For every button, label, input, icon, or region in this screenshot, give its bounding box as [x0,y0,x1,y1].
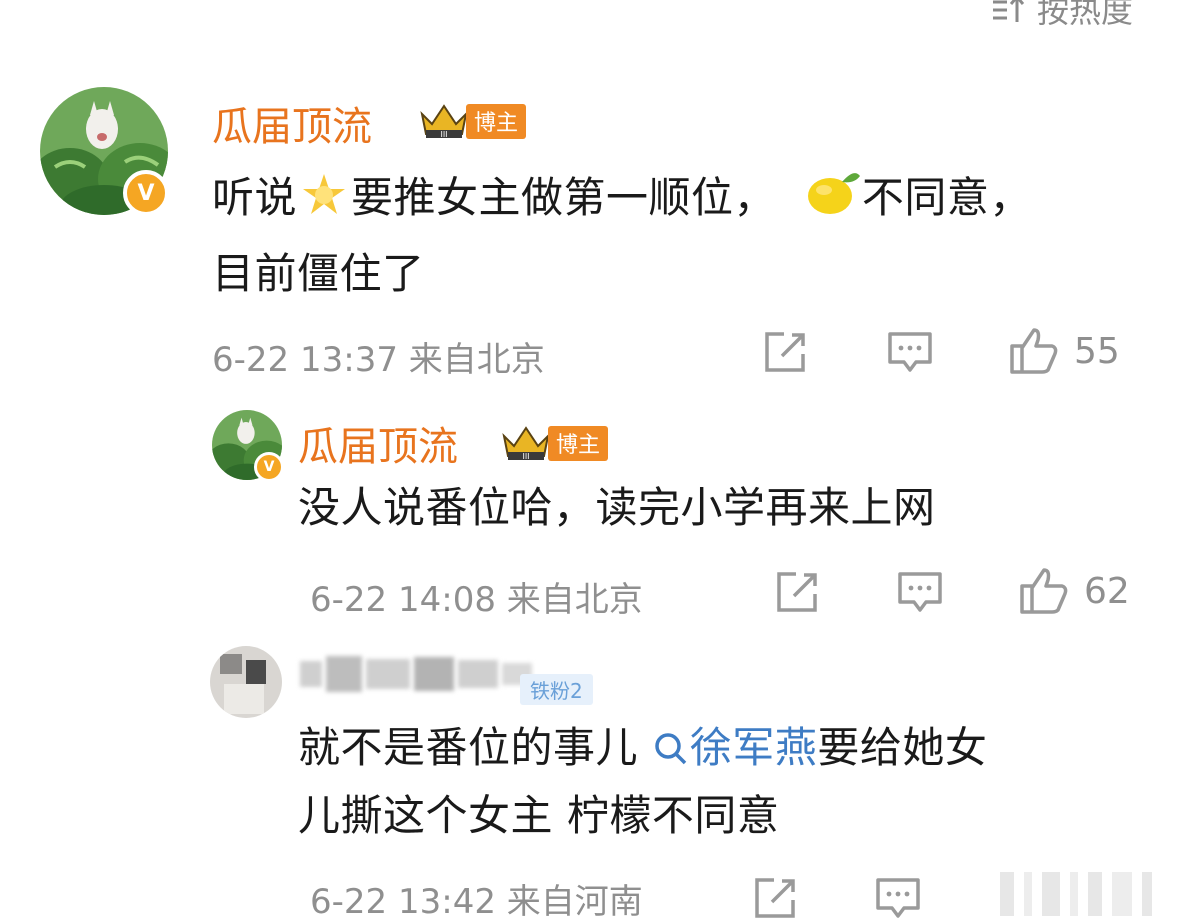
reply-button[interactable] [886,330,934,376]
sort-by-hot-button[interactable]: 按热度 [991,0,1133,32]
reply-button[interactable] [896,570,944,616]
svg-text:III: III [440,130,447,139]
share-icon [765,332,805,372]
location: 来自河南 [506,882,643,922]
comment-text: 没人说番位哈，读完小学再来上网 [298,483,936,532]
blogger-badge: III 博主 [500,422,609,464]
comment-text: 听说 要推女主做第一顺位， 不同意， 目前僵住了 [212,164,1132,308]
avatar[interactable] [210,646,282,718]
role-tag: 博主 [466,103,527,139]
comment-text: 就不是番位的事儿 徐军燕要给她女 儿撕这个女主 柠檬不同意 [298,723,988,840]
watermark [1000,872,1170,918]
verified-badge-icon: V [254,452,284,482]
sun-emoji-icon [297,172,351,240]
username[interactable]: 瓜届顶流 [298,414,458,472]
sort-icon [992,0,1025,22]
like-count: 62 [1084,570,1130,612]
username[interactable]: 瓜届顶流 [212,94,372,152]
share-icon [755,878,795,918]
comment-meta: 6-22 14:08 来自北京 [310,572,643,621]
comment-meta: 6-22 13:37 来自北京 [212,332,545,381]
comment-item: V 瓜届顶流 III 博主 没人说番位哈，读完小学再来上网 6-22 14:08… [0,400,1179,620]
reply-button[interactable] [874,876,922,922]
topic-mention-link[interactable]: 徐军燕 [652,723,818,772]
username-blurred[interactable] [300,654,532,694]
search-icon [655,733,687,765]
timestamp: 6-22 13:42 [310,882,496,922]
sort-label: 按热度 [1036,0,1133,30]
comment-icon [876,878,920,918]
thumbs-up-icon [1010,328,1058,374]
comment-icon [888,332,932,372]
share-button[interactable] [752,876,798,920]
like-button[interactable]: 62 [1018,566,1130,616]
crown-icon: III [502,426,550,461]
share-button[interactable] [762,330,808,374]
location: 来自北京 [506,580,643,620]
share-button[interactable] [774,570,820,614]
svg-text:III: III [522,452,529,461]
timestamp: 6-22 13:37 [212,340,398,380]
timestamp: 6-22 14:08 [310,580,496,620]
like-button[interactable]: 55 [1008,326,1120,376]
thumbs-up-icon [1020,568,1068,614]
role-tag: 博主 [548,425,609,461]
share-icon [777,572,817,612]
lemon-emoji-icon [804,166,862,240]
comment-meta: 6-22 13:42 来自河南 [310,874,643,923]
comment-item: 铁粉2 就不是番位的事儿 徐军燕要给她女 儿撕这个女主 柠檬不同意 6-22 1… [0,640,1179,922]
like-count: 55 [1074,330,1120,372]
comment-icon [898,572,942,612]
blogger-badge: III 博主 [418,100,527,142]
location: 来自北京 [408,340,545,380]
comment-item: V 瓜届顶流 III 博主 听说 要推女主做第一顺位， 不同意， 目前僵住了 6… [0,80,1179,380]
verified-badge-icon: V [123,170,169,216]
crown-icon: III [420,104,468,139]
fan-tag: 铁粉2 [520,674,593,705]
